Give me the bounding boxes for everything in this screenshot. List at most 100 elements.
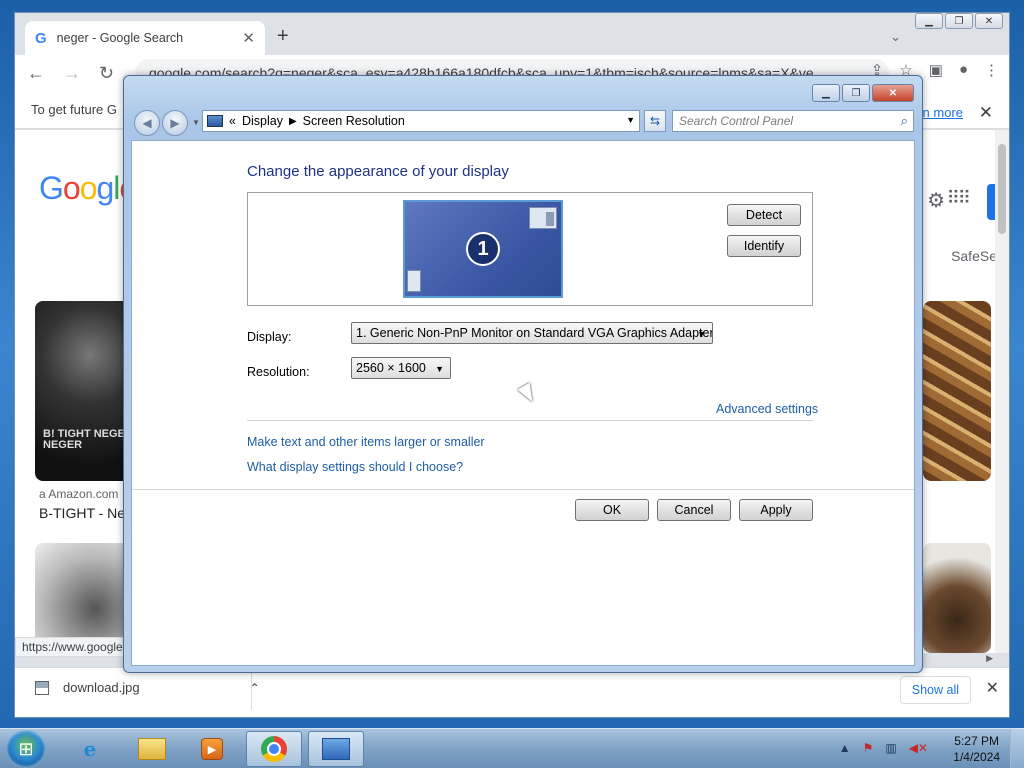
divider xyxy=(251,672,252,710)
display-select-value: 1. Generic Non-PnP Monitor on Standard V… xyxy=(356,326,713,340)
identify-button[interactable]: Identify xyxy=(727,235,801,257)
media-player-icon: ▶ xyxy=(201,738,223,760)
apps-grid-icon[interactable]: ⠿⠿ xyxy=(947,188,971,209)
taskbar-file-explorer[interactable] xyxy=(124,731,180,767)
maximize-icon[interactable]: ❐ xyxy=(945,13,973,29)
address-dropdown-icon[interactable]: ▼ xyxy=(626,115,635,125)
profile-avatar-icon[interactable]: ● xyxy=(959,61,968,79)
image-file-icon xyxy=(35,680,49,695)
breadcrumb-overflow-icon[interactable]: « xyxy=(229,114,236,128)
breadcrumb-display[interactable]: Display xyxy=(242,114,283,128)
search-input[interactable]: Search Control Panel ⌕ xyxy=(672,110,914,132)
page-scrollbar[interactable] xyxy=(995,130,1009,653)
control-panel-icon xyxy=(207,115,223,127)
text-size-link[interactable]: Make text and other items larger or smal… xyxy=(247,435,485,449)
google-logo[interactable]: Google xyxy=(39,170,137,207)
image-result-thumbnail[interactable] xyxy=(923,301,991,481)
folder-icon xyxy=(138,738,166,760)
scroll-right-icon[interactable]: ▶ xyxy=(986,653,993,664)
result-source[interactable]: a Amazon.com xyxy=(39,487,118,501)
detect-button[interactable]: Detect xyxy=(727,204,801,226)
scrollbar-thumb[interactable] xyxy=(998,144,1006,234)
forward-icon[interactable]: → xyxy=(63,63,81,84)
forward-icon[interactable]: ▶ xyxy=(162,110,188,136)
search-icon[interactable]: ⌕ xyxy=(901,113,908,129)
image-result-thumbnail[interactable] xyxy=(923,543,991,653)
internet-explorer-icon: e xyxy=(83,737,97,761)
gear-icon[interactable]: ⚙ xyxy=(927,188,945,213)
download-shelf: download.jpg ⌃ Show all ✕ xyxy=(15,667,1009,717)
window-controls: ▁ ❐ ✕ xyxy=(812,84,914,102)
new-tab-button[interactable]: + xyxy=(277,25,289,48)
infobar-text: To get future G xyxy=(31,102,117,117)
thumbnail-caption: B! TIGHT NEGER NEGER xyxy=(43,428,133,451)
minimize-icon[interactable]: ▁ xyxy=(915,13,943,29)
close-icon[interactable]: ✕ xyxy=(975,13,1003,29)
show-desktop-button[interactable] xyxy=(1010,729,1024,768)
safesearch-label[interactable]: SafeSe xyxy=(951,248,997,264)
breadcrumb-arrow-icon[interactable]: ▶ xyxy=(289,116,297,127)
taskbar-chrome[interactable] xyxy=(246,731,302,767)
show-hidden-icons-icon[interactable]: ▲ xyxy=(839,741,851,755)
windows-logo-icon: ⊞ xyxy=(18,738,34,759)
back-icon[interactable]: ◀ xyxy=(134,110,160,136)
divider xyxy=(132,489,914,490)
image-result-thumbnail[interactable]: B! TIGHT NEGER NEGER xyxy=(35,301,135,481)
screen-resolution-window: ▁ ❐ ✕ ◀ ▶ ▼ « Display ▶ Screen Resolutio… xyxy=(123,75,923,673)
display-help-link[interactable]: What display settings should I choose? xyxy=(247,460,463,474)
download-item[interactable]: download.jpg ⌃ xyxy=(35,680,260,695)
network-icon[interactable]: ▥ xyxy=(885,741,896,755)
status-bar-url: https://www.google xyxy=(15,637,135,657)
clock-time: 5:27 PM xyxy=(954,734,999,748)
cancel-button[interactable]: Cancel xyxy=(657,499,731,521)
clock[interactable]: 5:27 PM 1/4/2024 xyxy=(953,733,1000,765)
resolution-label: Resolution: xyxy=(247,365,310,379)
resolution-select-value: 2560 × 1600 xyxy=(356,361,426,375)
breadcrumb[interactable]: « Display ▶ Screen Resolution ▼ xyxy=(202,110,640,132)
learn-more-link[interactable]: n more xyxy=(923,105,963,120)
volume-muted-icon[interactable]: ◀✕ xyxy=(909,741,928,755)
tab-close-icon[interactable]: ✕ xyxy=(242,29,255,47)
action-center-flag-icon[interactable]: ⚑ xyxy=(863,741,874,755)
back-icon[interactable]: ← xyxy=(27,63,45,84)
reload-icon[interactable]: ↻ xyxy=(99,63,114,84)
taskbar: ⊞ e ▶ ▲ ⚑ ▥ ◀✕ 5:27 PM 1/4/2024 xyxy=(0,728,1024,768)
refresh-icon[interactable]: ⇆ xyxy=(644,110,666,132)
apply-button[interactable]: Apply xyxy=(739,499,813,521)
advanced-settings-link[interactable]: Advanced settings xyxy=(716,402,818,416)
page-title: Change the appearance of your display xyxy=(247,163,509,180)
result-title[interactable]: B-TIGHT - Ne xyxy=(39,505,125,521)
minimize-icon[interactable]: ▁ xyxy=(812,84,840,102)
side-panel-icon[interactable]: ▣ xyxy=(929,61,943,79)
google-g-icon: G xyxy=(35,29,47,47)
search-placeholder: Search Control Panel xyxy=(679,114,794,128)
start-button[interactable]: ⊞ xyxy=(6,730,46,768)
infobar-close-icon[interactable]: ✕ xyxy=(979,103,993,123)
divider xyxy=(247,420,813,421)
maximize-icon[interactable]: ❐ xyxy=(842,84,870,102)
taskbar-internet-explorer[interactable]: e xyxy=(62,731,118,767)
display-label: Display: xyxy=(247,330,292,344)
monitor-icon[interactable]: 1 xyxy=(403,200,563,298)
desktop-glyph-icon xyxy=(407,270,421,292)
download-shelf-close-icon[interactable]: ✕ xyxy=(986,678,999,698)
show-all-button[interactable]: Show all xyxy=(899,676,971,704)
close-icon[interactable]: ✕ xyxy=(872,84,914,102)
nav-buttons: ◀ ▶ xyxy=(134,110,190,136)
tab-search-chevron-icon[interactable]: ⌄ xyxy=(890,29,901,45)
display-select[interactable]: 1. Generic Non-PnP Monitor on Standard V… xyxy=(351,322,713,344)
recent-pages-chevron-icon[interactable]: ▼ xyxy=(192,118,200,127)
system-tray: ▲ ⚑ ▥ ◀✕ xyxy=(839,741,928,755)
amazon-icon: a xyxy=(39,487,49,501)
dialog-content: Change the appearance of your display 1 … xyxy=(131,140,915,666)
chevron-down-icon: ▼ xyxy=(697,329,706,339)
breadcrumb-screen-resolution[interactable]: Screen Resolution xyxy=(303,114,405,128)
menu-kebab-icon[interactable]: ⋮ xyxy=(984,61,999,79)
ok-button[interactable]: OK xyxy=(575,499,649,521)
taskbar-control-panel[interactable] xyxy=(308,731,364,767)
monitor-number-badge: 1 xyxy=(466,232,500,266)
resolution-select[interactable]: 2560 × 1600 ▼ xyxy=(351,357,451,379)
taskbar-media-player[interactable]: ▶ xyxy=(184,731,240,767)
browser-tab[interactable]: G neger - Google Search ✕ xyxy=(25,21,265,55)
window-glyph-icon xyxy=(529,207,557,229)
